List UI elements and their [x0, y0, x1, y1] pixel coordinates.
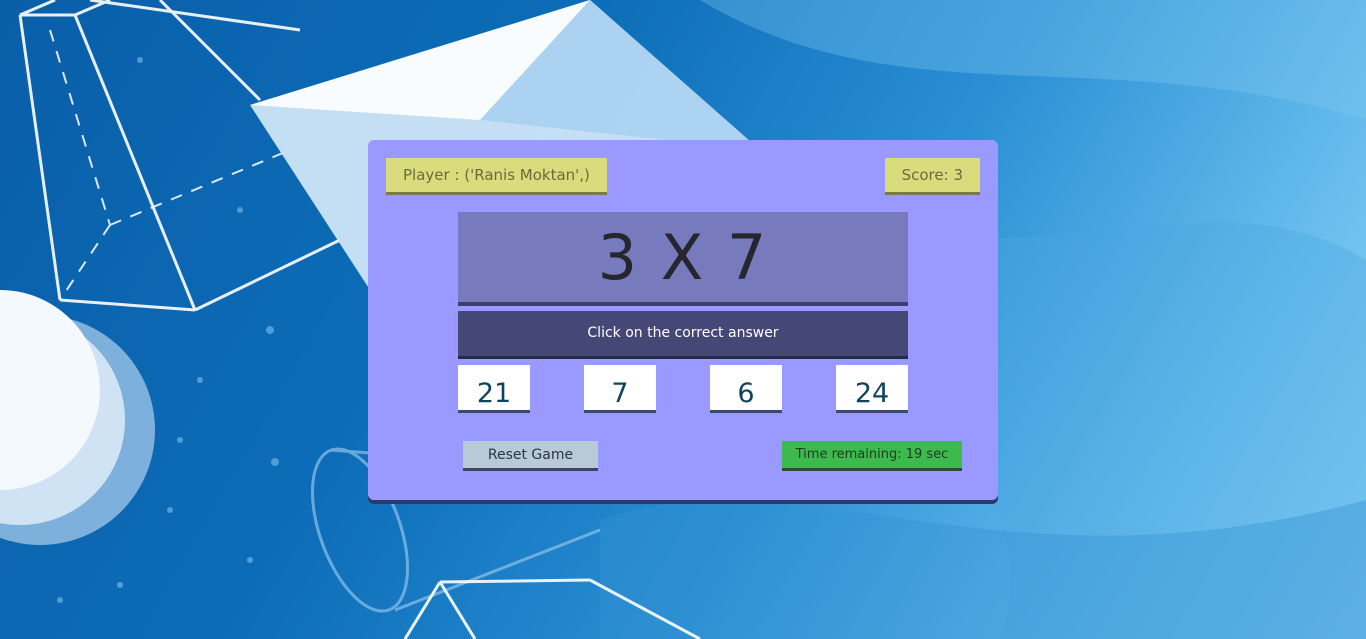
question-display: 3 X 7 [458, 212, 908, 302]
timer-badge: Time remaining: 19 sec [782, 441, 962, 468]
instruction-text: Click on the correct answer [458, 311, 908, 356]
answer-choice-button[interactable]: 21 [458, 365, 530, 410]
score-label: Score: 3 [884, 158, 980, 192]
answer-choice-button[interactable]: 7 [584, 365, 656, 410]
player-label: Player : ('Ranis Moktan',) [386, 158, 607, 192]
game-screen: Player : ('Ranis Moktan',) Score: 3 3 X … [0, 0, 1366, 639]
answer-choice-button[interactable]: 24 [836, 365, 908, 410]
answer-choice-button[interactable]: 6 [710, 365, 782, 410]
game-card: Player : ('Ranis Moktan',) Score: 3 3 X … [368, 140, 998, 500]
reset-game-button[interactable]: Reset Game [463, 441, 598, 468]
